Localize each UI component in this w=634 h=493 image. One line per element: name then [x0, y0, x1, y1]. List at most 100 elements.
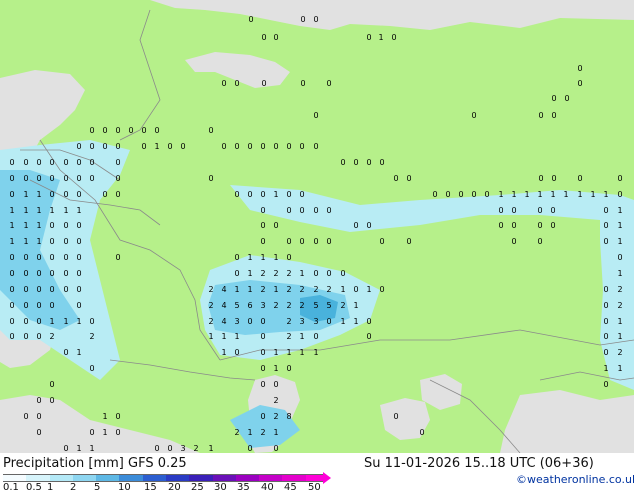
legend-tick-label: 20	[168, 482, 181, 493]
precip-value-label: 1	[617, 332, 622, 341]
precip-value-label: 1	[234, 285, 239, 294]
precip-value-label: 0	[234, 253, 239, 262]
precip-value-label: 2	[299, 285, 304, 294]
precip-value-label: 0	[393, 174, 398, 183]
precip-value-label: 1	[273, 285, 278, 294]
precip-value-label: 0	[261, 33, 266, 42]
precip-value-label: 0	[326, 206, 331, 215]
precip-value-label: 0	[445, 190, 450, 199]
precip-value-label: 1	[273, 253, 278, 262]
precip-value-label: 1	[76, 348, 81, 357]
precip-value-label: 1	[617, 317, 622, 326]
precip-value-label: 1	[36, 221, 41, 230]
precip-value-label: 0	[260, 364, 265, 373]
precip-value-label: 0	[63, 221, 68, 230]
legend-swatch	[235, 474, 260, 482]
precip-value-label: 0	[180, 142, 185, 151]
precip-value-label: 2	[193, 444, 198, 453]
precip-value-label: 0	[9, 190, 14, 199]
precip-value-label: 0	[247, 317, 252, 326]
legend-swatch	[72, 474, 97, 482]
precip-value-label: 0	[247, 142, 252, 151]
legend-swatch	[26, 474, 50, 482]
precip-value-label: 0	[603, 285, 608, 294]
precip-value-label: 1	[154, 142, 159, 151]
precip-value-label: 0	[141, 126, 146, 135]
precip-value-label: 2	[313, 285, 318, 294]
precip-value-label: 0	[49, 174, 54, 183]
precip-value-label: 0	[89, 142, 94, 151]
precip-value-label: 0	[76, 285, 81, 294]
precip-value-label: 0	[406, 237, 411, 246]
precip-value-label: 0	[260, 190, 265, 199]
precip-value-label: 0	[286, 364, 291, 373]
precip-value-label: 2	[260, 269, 265, 278]
precip-value-label: 1	[221, 348, 226, 357]
precip-value-label: 0	[234, 269, 239, 278]
precip-value-label: 0	[273, 221, 278, 230]
precip-value-label: 2	[286, 269, 291, 278]
precip-value-label: 1	[524, 190, 529, 199]
precip-value-label: 0	[260, 142, 265, 151]
precip-value-label: 0	[247, 190, 252, 199]
precip-value-label: 2	[286, 285, 291, 294]
precip-value-label: 2	[617, 301, 622, 310]
precip-value-label: 0	[299, 206, 304, 215]
precip-value-label: 0	[260, 380, 265, 389]
precip-value-label: 0	[393, 412, 398, 421]
credit-link[interactable]: ©weatheronline.co.uk	[516, 473, 634, 486]
precip-value-label: 0	[49, 380, 54, 389]
precip-value-label: 0	[76, 269, 81, 278]
precip-value-label: 1	[617, 237, 622, 246]
precip-value-label: 0	[89, 428, 94, 437]
precip-value-label: 2	[617, 285, 622, 294]
precip-value-label: 0	[366, 317, 371, 326]
precip-value-label: 2	[208, 301, 213, 310]
precip-value-label: 1	[617, 269, 622, 278]
precip-value-label: 1	[378, 33, 383, 42]
legend-tick-label: 5	[94, 482, 101, 493]
precip-value-label: 0	[23, 174, 28, 183]
precip-value-label: 0	[379, 285, 384, 294]
precip-value-label: 0	[353, 221, 358, 230]
precip-value-label: 4	[221, 317, 226, 326]
precip-value-label: 0	[286, 190, 291, 199]
precip-value-label: 0	[49, 253, 54, 262]
precip-value-label: 0	[379, 158, 384, 167]
precip-value-label: 0	[603, 206, 608, 215]
precip-value-label: 0	[115, 253, 120, 262]
precip-value-label: 1	[102, 412, 107, 421]
precip-value-label: 1	[9, 221, 14, 230]
precip-value-label: 0	[603, 348, 608, 357]
precip-value-label: 0	[273, 380, 278, 389]
precip-value-label: 0	[36, 301, 41, 310]
precip-value-label: 0	[76, 253, 81, 262]
precip-value-label: 0	[23, 317, 28, 326]
precip-value-label: 0	[313, 15, 318, 24]
precip-value-label: 0	[313, 111, 318, 120]
precip-value-label: 0	[366, 158, 371, 167]
precip-value-label: 1	[260, 253, 265, 262]
legend-tick-label: 45	[284, 482, 297, 493]
precip-value-label: 1	[221, 332, 226, 341]
precip-value-label: 5	[326, 301, 331, 310]
precip-value-label: 0	[76, 301, 81, 310]
precip-value-label: 0	[89, 158, 94, 167]
precip-value-label: 1	[590, 190, 595, 199]
precip-value-label: 0	[603, 301, 608, 310]
precip-value-label: 0	[23, 158, 28, 167]
precip-value-label: 1	[9, 206, 14, 215]
precip-value-label: 0	[366, 33, 371, 42]
precip-value-label: 0	[208, 174, 213, 183]
legend-tick-label: 10	[118, 482, 131, 493]
precip-value-label: 0	[49, 221, 54, 230]
precip-value-label: 1	[63, 317, 68, 326]
precip-value-label: 0	[221, 142, 226, 151]
precip-value-label: 1	[247, 285, 252, 294]
precip-value-label: 1	[299, 348, 304, 357]
precip-value-label: 0	[458, 190, 463, 199]
precip-value-label: 3	[260, 301, 265, 310]
precip-value-label: 2	[617, 348, 622, 357]
precip-value-label: 1	[9, 237, 14, 246]
precip-value-label: 1	[23, 190, 28, 199]
